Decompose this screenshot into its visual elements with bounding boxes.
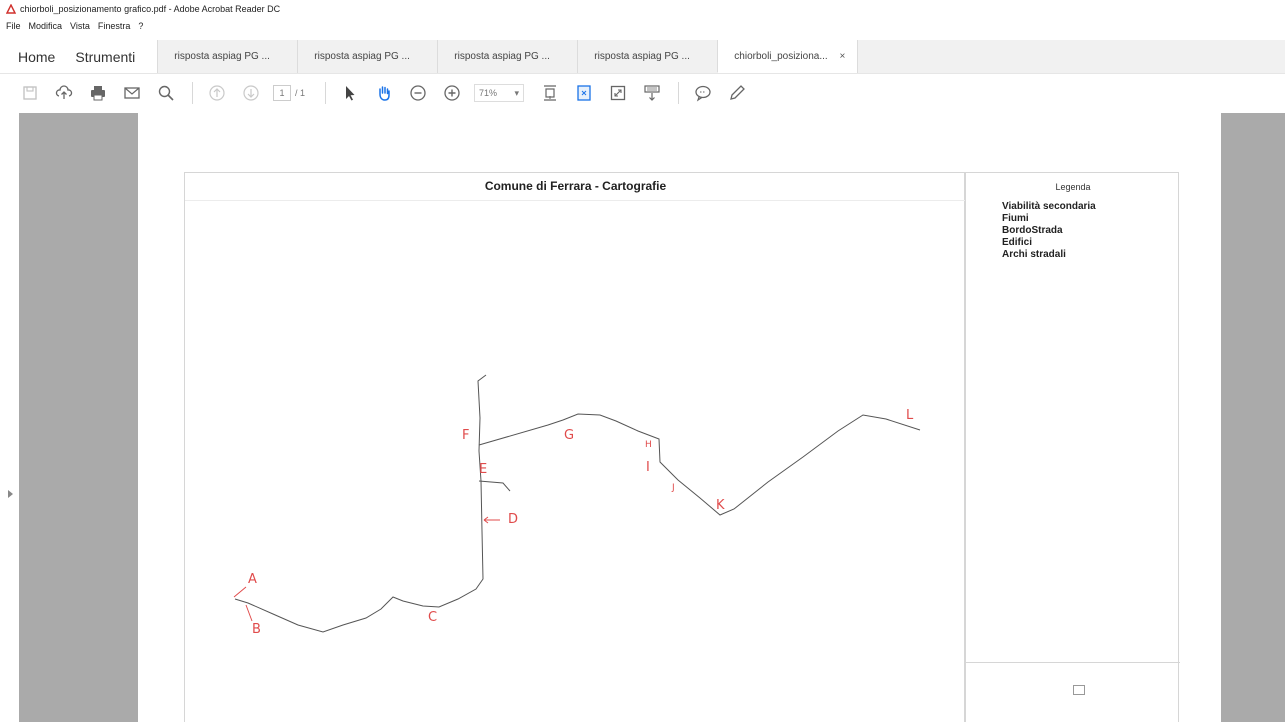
annotation-b: B: [252, 622, 261, 637]
menu-modifica[interactable]: Modifica: [29, 21, 63, 31]
window-title: chiorboli_posizionamento grafico.pdf - A…: [20, 3, 281, 14]
annotation-d: D: [508, 512, 518, 527]
tab-tools[interactable]: Strumenti: [65, 40, 145, 73]
doc-tab-label: risposta aspiag PG ...: [174, 51, 270, 62]
menu-bar: File Modifica Vista Finestra ?: [0, 17, 1285, 35]
toolbar-separator: [192, 82, 193, 104]
doc-tab-label: risposta aspiag PG ...: [314, 51, 410, 62]
annotation-k: K: [716, 498, 725, 513]
doc-tab-1[interactable]: risposta aspiag PG ...: [157, 40, 298, 73]
pdf-page: Comune di Ferrara - Cartografie Legenda …: [138, 113, 1221, 722]
toolbar-separator: [325, 82, 327, 104]
upload-cloud-icon[interactable]: [52, 81, 76, 105]
annotation-c: C: [428, 610, 437, 625]
page-down-icon[interactable]: [239, 81, 263, 105]
page-navigator: 1 / 1: [273, 85, 305, 101]
doc-tab-label: risposta aspiag PG ...: [594, 51, 690, 62]
doc-tab-active[interactable]: chiorboli_posiziona... ×: [717, 40, 858, 73]
toolbar-separator: [678, 82, 680, 104]
annotation-g: G: [564, 428, 574, 443]
fit-width-icon[interactable]: [538, 81, 562, 105]
route-line: [234, 374, 487, 633]
pen-icon[interactable]: [725, 81, 749, 105]
save-icon[interactable]: [18, 81, 42, 105]
doc-tab-3[interactable]: risposta aspiag PG ...: [437, 40, 578, 73]
full-screen-icon[interactable]: [606, 81, 630, 105]
read-mode-icon[interactable]: [640, 81, 664, 105]
toolbar: 1 / 1 71% ▾: [0, 74, 1285, 112]
annotation-a: A: [248, 572, 257, 587]
doc-tab-4[interactable]: risposta aspiag PG ...: [577, 40, 718, 73]
page-up-icon[interactable]: [205, 81, 229, 105]
zoom-value: 71%: [479, 88, 498, 98]
menu-finestra[interactable]: Finestra: [98, 21, 131, 31]
chevron-down-icon: ▾: [514, 87, 520, 98]
annotation-f: F: [462, 428, 469, 443]
close-tab-icon[interactable]: ×: [839, 51, 845, 62]
menu-help[interactable]: ?: [138, 21, 143, 31]
annotation-l: L: [906, 408, 914, 423]
document-gutter-right: [1221, 113, 1285, 722]
comment-icon[interactable]: [691, 81, 715, 105]
side-road: [478, 480, 511, 492]
doc-tab-2[interactable]: risposta aspiag PG ...: [297, 40, 438, 73]
annotation-arrow: [233, 586, 247, 598]
annotation-h: H: [645, 440, 652, 450]
zoom-out-icon[interactable]: [406, 81, 430, 105]
annotation-j: J: [671, 483, 675, 493]
email-icon[interactable]: [120, 81, 144, 105]
fit-page-icon[interactable]: [572, 81, 596, 105]
doc-tab-label: chiorboli_posiziona...: [734, 50, 828, 62]
document-gutter-left: [19, 113, 138, 722]
zoom-in-icon[interactable]: [440, 81, 464, 105]
page-number-input[interactable]: 1: [273, 85, 291, 101]
tab-bar: Home Strumenti risposta aspiag PG ... ri…: [0, 40, 1285, 74]
route-drawing: A B C D E F G H I J K L: [233, 374, 921, 637]
annotation-i: I: [646, 460, 650, 475]
doc-tab-label: risposta aspiag PG ...: [454, 51, 550, 62]
annotation-arrow: [245, 604, 253, 622]
acrobat-icon: [6, 3, 16, 14]
print-icon[interactable]: [86, 81, 110, 105]
page-total: / 1: [295, 88, 306, 98]
select-arrow-icon[interactable]: [338, 81, 362, 105]
hand-tool-icon[interactable]: [372, 81, 396, 105]
tab-home[interactable]: Home: [0, 40, 65, 73]
menu-file[interactable]: File: [6, 21, 21, 31]
expand-panel-icon[interactable]: [8, 490, 13, 498]
annotation-arrow: [483, 516, 500, 524]
zoom-select[interactable]: 71% ▾: [474, 84, 525, 102]
annotation-e: E: [479, 462, 487, 477]
route-branch: [478, 413, 921, 516]
window-titlebar: chiorboli_posizionamento grafico.pdf - A…: [0, 0, 1285, 17]
menu-vista[interactable]: Vista: [70, 21, 90, 31]
search-icon[interactable]: [154, 81, 178, 105]
tab-bar-filler: [857, 40, 1285, 73]
